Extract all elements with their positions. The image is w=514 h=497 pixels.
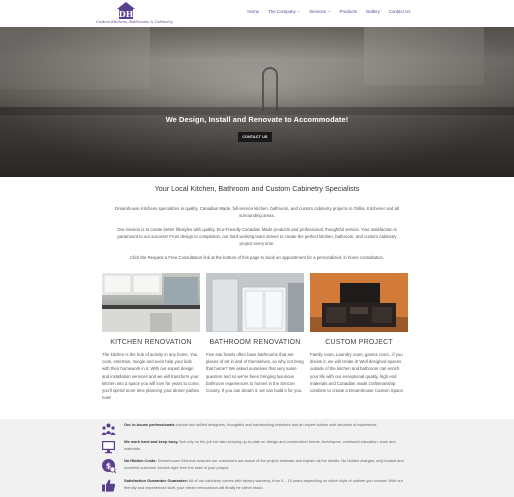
nav-home[interactable]: Home	[243, 9, 264, 14]
benefit-text: Satisfaction Guarantee Guarantee: All of…	[124, 478, 408, 493]
site-header: DH Custom Kitchens, Bathrooms & Cabinetr…	[0, 0, 514, 27]
monitor-icon	[102, 441, 115, 454]
nav-gallery-label: Gallery	[365, 9, 380, 14]
feature-title: KITCHEN RENOVATION	[110, 339, 192, 346]
feature-bathroom-renovation: BATHROOM RENOVATION Five star hotels oft…	[206, 273, 304, 394]
nav-the-company-label: The Company	[268, 9, 296, 14]
nav-services[interactable]: Services	[305, 9, 335, 14]
mission-paragraph: Our mission is to create better lifestyl…	[117, 227, 397, 246]
consultation-paragraph: Click the Request a Free Consultation li…	[129, 255, 385, 260]
benefit-body: Dreamhouse Kitchens ensures our customer…	[124, 458, 404, 470]
nav-products-label: Products	[339, 9, 357, 14]
chevron-down-icon	[297, 10, 300, 13]
page: DH Custom Kitchens, Bathrooms & Cabinetr…	[0, 0, 514, 497]
benefit-row: $ No Hidden Costs: Dreamhouse Kitchens e…	[101, 458, 411, 473]
feature-text: Family room, Laundry room, games room...…	[310, 352, 405, 394]
logo-tagline: Custom Kitchens, Bathrooms & Cabinetry	[96, 20, 173, 24]
nav-the-company[interactable]: The Company	[264, 9, 305, 14]
nav-contact-us[interactable]: Contact Us	[384, 9, 415, 14]
intro-title: Your Local Kitchen, Bathroom and Custom …	[154, 184, 360, 193]
hero-title: We Design, Install and Renovate to Accom…	[165, 115, 349, 124]
custom-project-illustration	[310, 273, 408, 332]
bathroom-illustration	[206, 273, 304, 332]
nav-home-label: Home	[247, 9, 260, 14]
benefit-bold: No Hidden Costs:	[124, 458, 157, 463]
benefit-bold: Satisfaction Guarantee Guarantee:	[124, 478, 188, 483]
benefit-text: Our in-house professionals include two s…	[124, 422, 408, 437]
feature-text: Five star hotels often have bathrooms th…	[206, 352, 304, 394]
feature-custom-project: CUSTOM PROJECT Family room, Laundry room…	[310, 273, 408, 394]
benefit-bold: We work hard and keep busy.	[124, 439, 179, 444]
feature-kitchen-renovation: KITCHEN RENOVATION The kitchen is the hu…	[102, 273, 200, 401]
logo[interactable]: DH Custom Kitchens, Bathrooms & Cabinetr…	[96, 2, 173, 26]
feature-title: CUSTOM PROJECT	[325, 339, 393, 346]
bathroom-image[interactable]	[206, 273, 304, 332]
thumbs-up-icon	[102, 479, 116, 492]
custom-project-image[interactable]	[310, 273, 408, 332]
chevron-down-icon	[327, 10, 331, 13]
nav-services-label: Services	[309, 9, 327, 14]
main-nav: Home The Company Services Products Galle…	[243, 9, 415, 14]
benefit-row: We work hard and keep busy. Not only on …	[101, 439, 411, 454]
contact-us-button[interactable]: CONTACT US	[238, 132, 272, 142]
svg-text:DH: DH	[119, 9, 134, 19]
hero-banner: We Design, Install and Renovate to Accom…	[0, 27, 514, 177]
benefit-row: Our in-house professionals include two s…	[101, 422, 411, 437]
nav-products[interactable]: Products	[335, 9, 361, 14]
nav-gallery[interactable]: Gallery	[361, 9, 384, 14]
no-hidden-costs-icon: $	[102, 459, 116, 473]
hero-overlay	[0, 27, 514, 177]
benefit-text: No Hidden Costs: Dreamhouse Kitchens ens…	[124, 458, 408, 473]
feature-text: The kitchen is the hub of activity in an…	[102, 352, 200, 401]
house-logo-icon: DH	[117, 2, 135, 19]
team-icon	[101, 423, 116, 435]
nav-contact-us-label: Contact Us	[388, 9, 411, 14]
benefit-body: include two skilled designers, thoughtfu…	[174, 422, 378, 427]
kitchen-illustration	[102, 273, 200, 332]
benefit-row: Satisfaction Guarantee Guarantee: All of…	[101, 478, 411, 493]
feature-title: BATHROOM RENOVATION	[209, 339, 301, 346]
kitchen-image[interactable]	[102, 273, 200, 332]
intro-paragraph: Dreamhouse Kitchens specializes in quali…	[115, 206, 399, 218]
benefit-bold: Our in-house professionals	[124, 422, 175, 427]
benefit-text: We work hard and keep busy. Not only on …	[124, 439, 408, 454]
